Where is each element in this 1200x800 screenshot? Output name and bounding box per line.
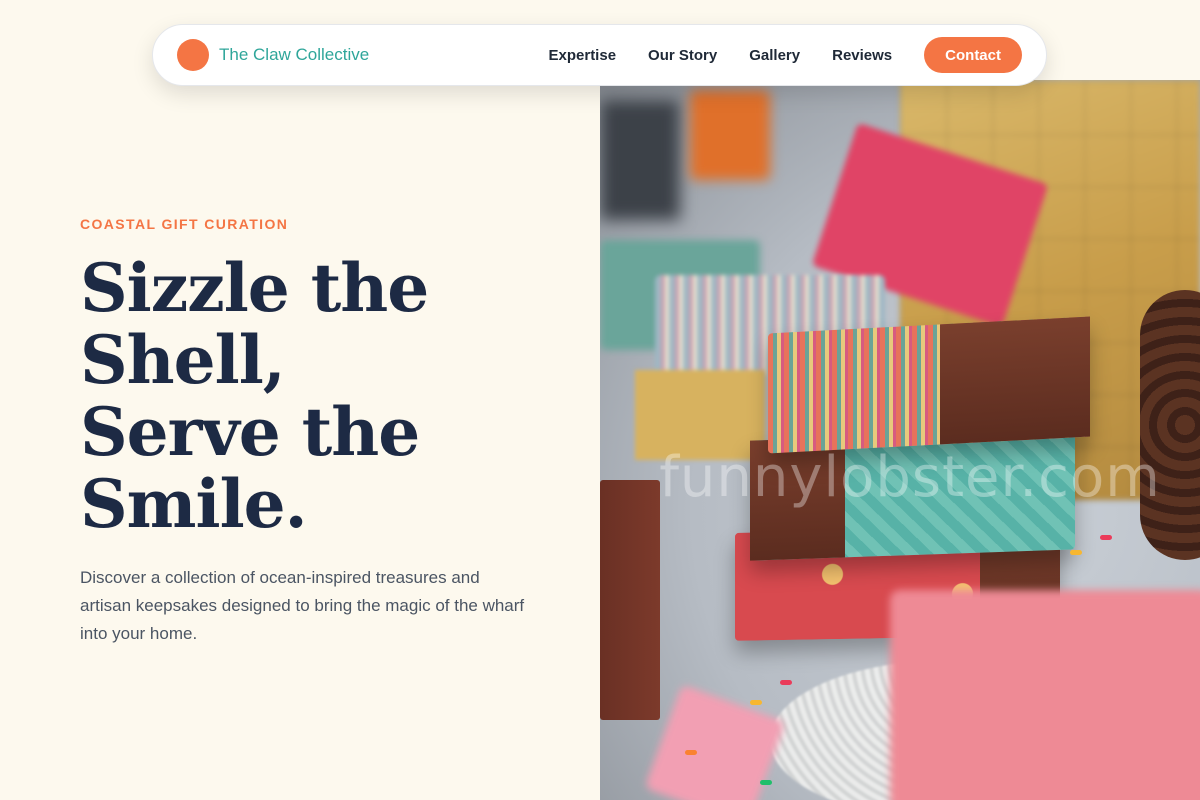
image-blur-orange (690, 90, 770, 180)
brand-name: The Claw Collective (219, 45, 370, 64)
brand[interactable]: The Claw Collective (177, 39, 369, 71)
top-navigation: The Claw Collective Expertise Our Story … (152, 24, 1047, 86)
headline-line: Sizzle the (80, 249, 429, 327)
contact-button[interactable]: Contact (924, 37, 1022, 73)
hero-headline: Sizzle the Shell, Serve the Smile. (80, 252, 560, 540)
image-watermark: funnylobster.com (659, 445, 1161, 510)
image-gift-box-striped (768, 316, 1090, 454)
brand-logo-dot (177, 39, 209, 71)
image-blur-dark (600, 100, 680, 220)
hero-image: funnylobster.com (600, 80, 1200, 800)
headline-line: Shell, (80, 321, 286, 399)
hero-description: Discover a collection of ocean-inspired … (80, 568, 525, 643)
image-pink-soap-front (890, 590, 1200, 800)
nav-link-expertise[interactable]: Expertise (549, 47, 617, 64)
headline-line: Serve the (80, 393, 420, 471)
image-chocolate-bar-left (600, 480, 660, 720)
nav-link-reviews[interactable]: Reviews (832, 47, 892, 64)
headline-line: Smile. (80, 465, 308, 543)
nav-links: Expertise Our Story Gallery Reviews Cont… (549, 37, 1022, 73)
nav-link-our-story[interactable]: Our Story (648, 47, 717, 64)
nav-link-gallery[interactable]: Gallery (749, 47, 800, 64)
hero-eyebrow: COASTAL GIFT CURATION (80, 216, 289, 232)
image-pinecone (1140, 290, 1200, 560)
